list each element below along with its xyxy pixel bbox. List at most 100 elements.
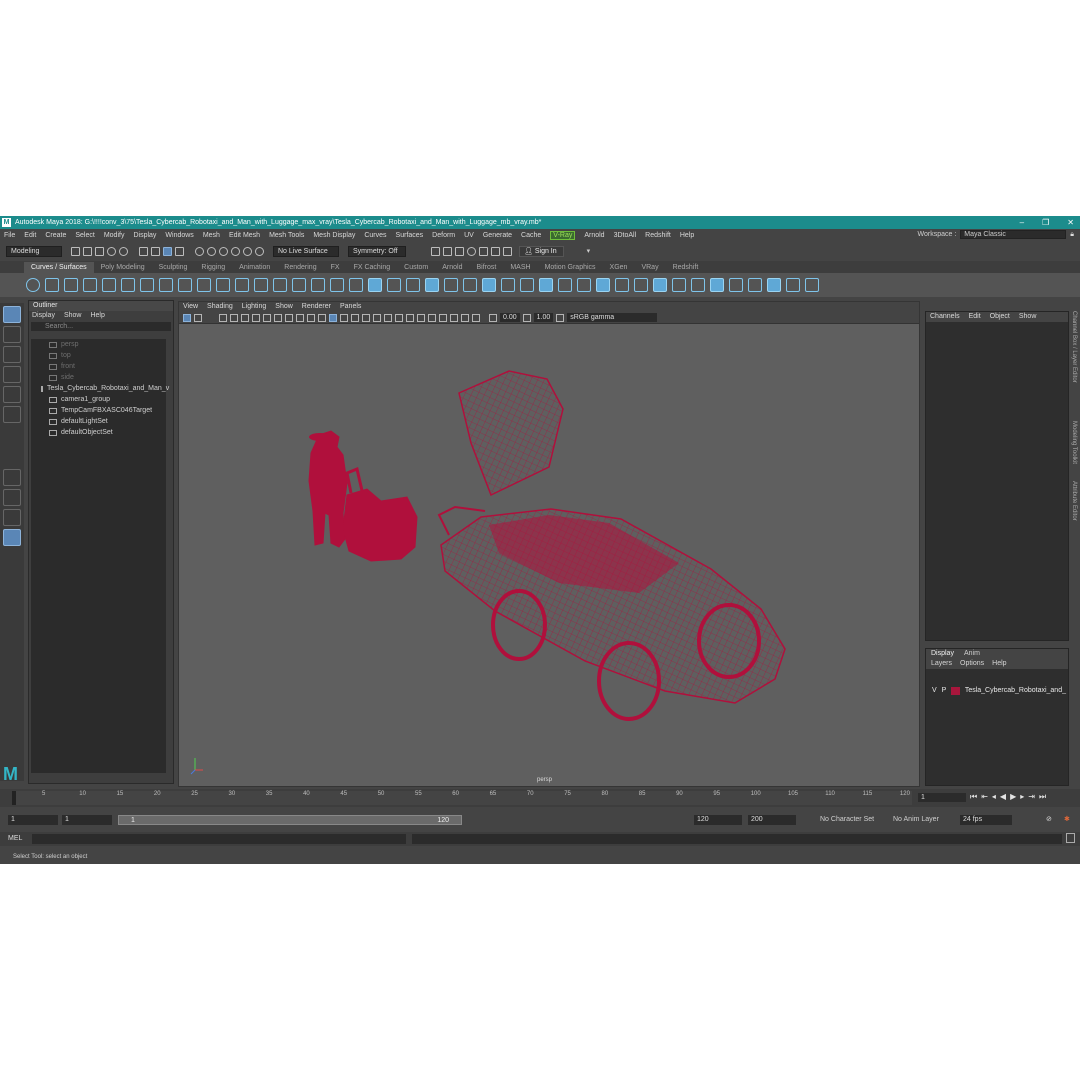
untrim-icon[interactable] <box>615 278 629 292</box>
workspace-dropdown[interactable]: Maya Classic <box>960 230 1067 239</box>
boolean-icon[interactable] <box>634 278 648 292</box>
detach-curves-icon[interactable] <box>197 278 211 292</box>
shelf-tab-redshift[interactable]: Redshift <box>666 262 706 273</box>
project-curve-icon[interactable] <box>311 278 325 292</box>
anti-aliasing-icon[interactable] <box>417 313 425 322</box>
attach-curves-icon[interactable] <box>178 278 192 292</box>
four-view-layout-icon[interactable] <box>3 489 21 506</box>
preferences-icon[interactable]: ✱ <box>1064 815 1070 825</box>
shelf-tab-xgen[interactable]: XGen <box>603 262 635 273</box>
nurbs-circle-icon[interactable] <box>26 278 40 292</box>
cv-curve-icon[interactable] <box>64 278 78 292</box>
time-slider[interactable]: 5 10 15 20 25 30 35 40 45 50 55 60 65 70 75 80 85 90 95 100… <box>0 789 1080 807</box>
outliner-item[interactable]: front <box>31 361 166 372</box>
revolve-icon[interactable] <box>444 278 458 292</box>
nurbs-cone-icon[interactable] <box>387 278 401 292</box>
grease-pencil-icon[interactable] <box>252 313 260 322</box>
attach-surface-icon[interactable] <box>691 278 705 292</box>
step-forward-frame-icon[interactable]: ▸ <box>1020 792 1024 802</box>
shelf-tab-motion-graphics[interactable]: Motion Graphics <box>538 262 603 273</box>
layer-menu-options[interactable]: Options <box>960 659 984 669</box>
menu-help[interactable]: Help <box>680 232 694 239</box>
stitch-icon[interactable] <box>653 278 667 292</box>
view-transform-dropdown[interactable]: sRGB gamma <box>567 313 658 322</box>
outliner-item[interactable]: persp <box>31 339 166 350</box>
viewport-menu-show[interactable]: Show <box>275 302 293 312</box>
snap-live-icon[interactable] <box>243 246 252 256</box>
character-set-dropdown[interactable]: No Character Set <box>820 815 874 825</box>
bookmarks-icon[interactable] <box>219 313 227 322</box>
side-tab-channel-box-layer-editor[interactable]: Channel Box / Layer Editor <box>1071 311 1077 383</box>
resolution-gate-icon[interactable] <box>285 313 293 322</box>
rotate-tool-icon[interactable] <box>3 386 21 403</box>
menu-select[interactable]: Select <box>75 232 94 239</box>
wireframe-icon[interactable] <box>329 313 337 322</box>
xray-components-icon[interactable] <box>472 313 480 322</box>
two-pane-layout-icon[interactable] <box>3 509 21 526</box>
menu-uv[interactable]: UV <box>464 232 474 239</box>
layer-menu-layers[interactable]: Layers <box>931 659 952 669</box>
nurbs-square-icon[interactable] <box>45 278 59 292</box>
camera-attributes-icon[interactable] <box>183 313 191 322</box>
camera-lock-icon[interactable] <box>194 313 202 322</box>
layer-color-swatch[interactable] <box>951 686 960 695</box>
fillet-surface-icon[interactable] <box>767 278 781 292</box>
minimize-icon[interactable]: – <box>1020 216 1024 229</box>
exposure-icon[interactable] <box>489 313 497 322</box>
shelf-tab-rendering[interactable]: Rendering <box>277 262 323 273</box>
nurbs-sphere-icon[interactable] <box>330 278 344 292</box>
menu-modify[interactable]: Modify <box>104 232 125 239</box>
menu-mesh-tools[interactable]: Mesh Tools <box>269 232 304 239</box>
live-surface-field[interactable]: No Live Surface <box>273 245 339 257</box>
channel-menu-edit[interactable]: Edit <box>969 312 981 322</box>
snap-view-plane-icon[interactable] <box>231 246 240 256</box>
shelf-tab-vray[interactable]: VRay <box>634 262 665 273</box>
shelf-tab-arnold[interactable]: Arnold <box>435 262 469 273</box>
render-current-icon[interactable] <box>431 246 440 256</box>
layer-visibility-toggle[interactable]: V <box>932 687 937 694</box>
rebuild-curve-icon[interactable] <box>216 278 230 292</box>
new-scene-icon[interactable] <box>71 246 80 256</box>
snap-curve-icon[interactable] <box>207 246 216 256</box>
playback-start-field[interactable]: 1 <box>62 815 112 825</box>
menu-mesh[interactable]: Mesh <box>203 232 220 239</box>
extrude-icon[interactable] <box>501 278 515 292</box>
mel-label[interactable]: MEL <box>8 834 30 844</box>
start-time-field[interactable]: 1 <box>8 815 58 825</box>
menu-surfaces[interactable]: Surfaces <box>396 232 424 239</box>
side-tab-attribute-editor[interactable]: Attribute Editor <box>1071 481 1077 521</box>
smooth-shade-icon[interactable] <box>340 313 348 322</box>
loft-icon[interactable] <box>463 278 477 292</box>
snap-point-icon[interactable] <box>219 246 228 256</box>
screen-space-ao-icon[interactable] <box>395 313 403 322</box>
make-live-icon[interactable] <box>255 246 264 256</box>
viewport-menu-lighting[interactable]: Lighting <box>242 302 267 312</box>
project-icon[interactable] <box>805 278 819 292</box>
outliner-search-input[interactable]: Search... <box>31 322 171 331</box>
menu-windows[interactable]: Windows <box>165 232 193 239</box>
shelf-tab-animation[interactable]: Animation <box>232 262 277 273</box>
arc-icon[interactable] <box>140 278 154 292</box>
safe-action-icon[interactable] <box>318 313 326 322</box>
viewport-menu-panels[interactable]: Panels <box>340 302 361 312</box>
step-back-key-icon[interactable]: ⇤ <box>981 792 988 802</box>
film-gate-icon[interactable] <box>274 313 282 322</box>
offset-curve-icon[interactable] <box>273 278 287 292</box>
channel-menu-show[interactable]: Show <box>1019 312 1037 322</box>
go-to-end-icon[interactable]: ⏭ <box>1039 792 1046 802</box>
outliner-item[interactable]: defaultObjectSet <box>31 427 166 438</box>
move-tool-icon[interactable] <box>3 366 21 383</box>
boundary-icon[interactable] <box>539 278 553 292</box>
shelf-tab-bifrost[interactable]: Bifrost <box>470 262 504 273</box>
side-tab-modeling-toolkit[interactable]: Modeling Toolkit <box>1071 421 1077 464</box>
layer-playback-toggle[interactable]: P <box>942 687 947 694</box>
script-editor-icon[interactable] <box>1066 833 1075 843</box>
outliner-menu-display[interactable]: Display <box>32 311 55 321</box>
menu-edit-mesh[interactable]: Edit Mesh <box>229 232 260 239</box>
step-forward-key-icon[interactable]: ⇥ <box>1028 792 1035 802</box>
select-hierarchy-icon[interactable] <box>139 246 148 256</box>
menu-arnold[interactable]: Arnold <box>584 232 604 239</box>
end-time-field[interactable]: 200 <box>748 815 796 825</box>
shelf-tab-mash[interactable]: MASH <box>503 262 537 273</box>
layer-menu-help[interactable]: Help <box>992 659 1006 669</box>
